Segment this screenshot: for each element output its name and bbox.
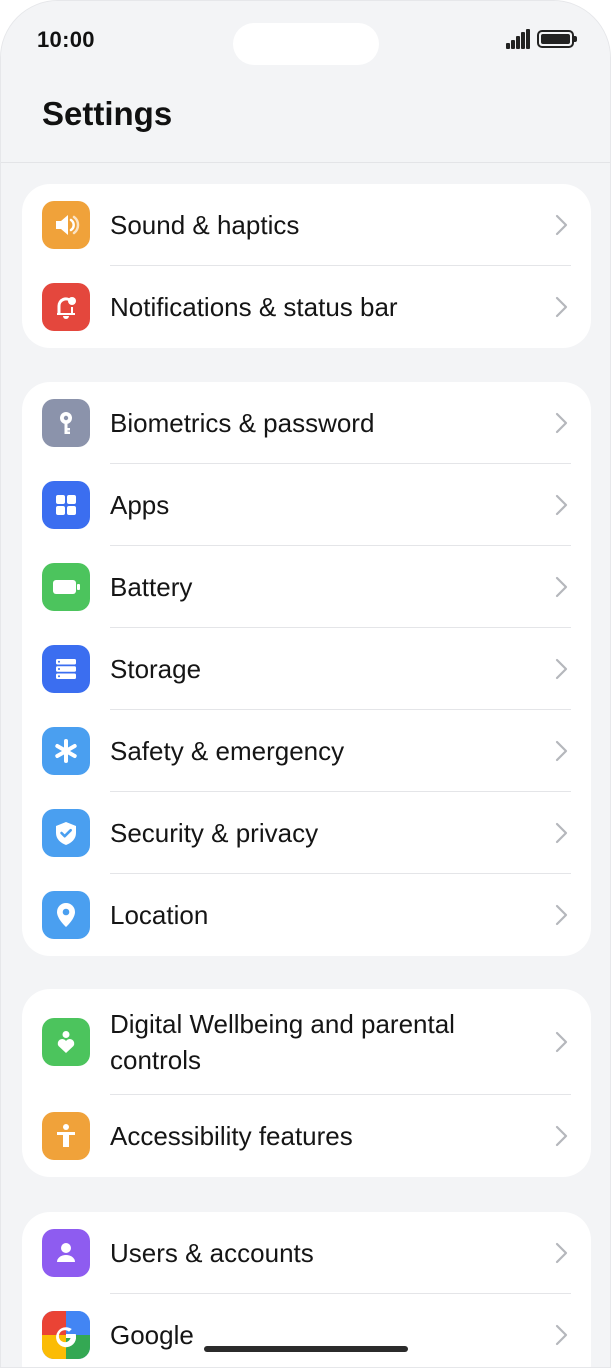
settings-group-2: Biometrics & password Apps Battery Stora…: [22, 382, 591, 956]
settings-item-label: Storage: [110, 654, 202, 684]
bell-icon: [42, 283, 90, 331]
chevron-right-icon: [555, 296, 568, 318]
settings-item-sound[interactable]: Sound & haptics: [22, 184, 591, 266]
grid-icon: [42, 481, 90, 529]
settings-item-battery[interactable]: Battery: [22, 546, 591, 628]
signal-icon: [506, 29, 530, 49]
storage-icon: [42, 645, 90, 693]
settings-item-label: Biometrics & password: [110, 408, 375, 438]
settings-group-3: Digital Wellbeing and parental controls …: [22, 989, 591, 1177]
settings-item-label: Google: [110, 1320, 194, 1350]
chevron-right-icon: [555, 1242, 568, 1264]
settings-item-label: Accessibility features: [110, 1121, 353, 1151]
settings-item-digital-wellbeing[interactable]: Digital Wellbeing and parental controls: [22, 989, 591, 1095]
chevron-right-icon: [555, 1031, 568, 1053]
chevron-right-icon: [555, 822, 568, 844]
chevron-right-icon: [555, 214, 568, 236]
settings-item-location[interactable]: Location: [22, 874, 591, 956]
location-pin-icon: [42, 891, 90, 939]
settings-item-label: Apps: [110, 490, 170, 520]
settings-item-label: Battery: [110, 572, 193, 602]
settings-group-1: Sound & haptics Notifications & status b…: [22, 184, 591, 348]
settings-item-apps[interactable]: Apps: [22, 464, 591, 546]
chevron-right-icon: [555, 1125, 568, 1147]
page-header: Settings: [1, 81, 610, 163]
shield-icon: [42, 809, 90, 857]
chevron-right-icon: [555, 494, 568, 516]
heart-person-icon: [42, 1018, 90, 1066]
user-icon: [42, 1229, 90, 1277]
settings-item-label: Digital Wellbeing and parental controls: [110, 1009, 455, 1075]
google-icon: [42, 1311, 90, 1359]
phone-screen: 10:00 Settings Sound & haptics Notificat…: [0, 0, 611, 1368]
settings-item-label: Security & privacy: [110, 818, 319, 848]
chevron-right-icon: [555, 412, 568, 434]
chevron-right-icon: [555, 576, 568, 598]
settings-item-security[interactable]: Security & privacy: [22, 792, 591, 874]
settings-item-label: Users & accounts: [110, 1238, 314, 1268]
status-time: 10:00: [37, 27, 95, 52]
chevron-right-icon: [555, 904, 568, 926]
accessibility-icon: [42, 1112, 90, 1160]
home-indicator[interactable]: [204, 1346, 408, 1352]
settings-item-notifications[interactable]: Notifications & status bar: [22, 266, 591, 348]
settings-group-4: Users & accounts Google: [22, 1212, 591, 1367]
chevron-right-icon: [555, 740, 568, 762]
settings-item-label: Sound & haptics: [110, 210, 300, 240]
settings-item-safety[interactable]: Safety & emergency: [22, 710, 591, 792]
settings-item-accessibility[interactable]: Accessibility features: [22, 1095, 591, 1177]
chevron-right-icon: [555, 658, 568, 680]
chevron-right-icon: [555, 1324, 568, 1346]
battery-status-icon: [537, 30, 577, 48]
battery-icon: [42, 563, 90, 611]
page-title: Settings: [42, 95, 173, 132]
settings-item-biometrics[interactable]: Biometrics & password: [22, 382, 591, 464]
settings-item-users[interactable]: Users & accounts: [22, 1212, 591, 1294]
dynamic-island: [233, 23, 379, 65]
settings-item-google[interactable]: Google: [22, 1294, 591, 1367]
key-icon: [42, 399, 90, 447]
status-bar: 10:00: [1, 1, 610, 81]
settings-item-label: Notifications & status bar: [110, 292, 398, 322]
settings-item-label: Safety & emergency: [110, 736, 345, 766]
settings-item-storage[interactable]: Storage: [22, 628, 591, 710]
speaker-icon: [42, 201, 90, 249]
settings-item-label: Location: [110, 900, 209, 930]
asterisk-icon: [42, 727, 90, 775]
